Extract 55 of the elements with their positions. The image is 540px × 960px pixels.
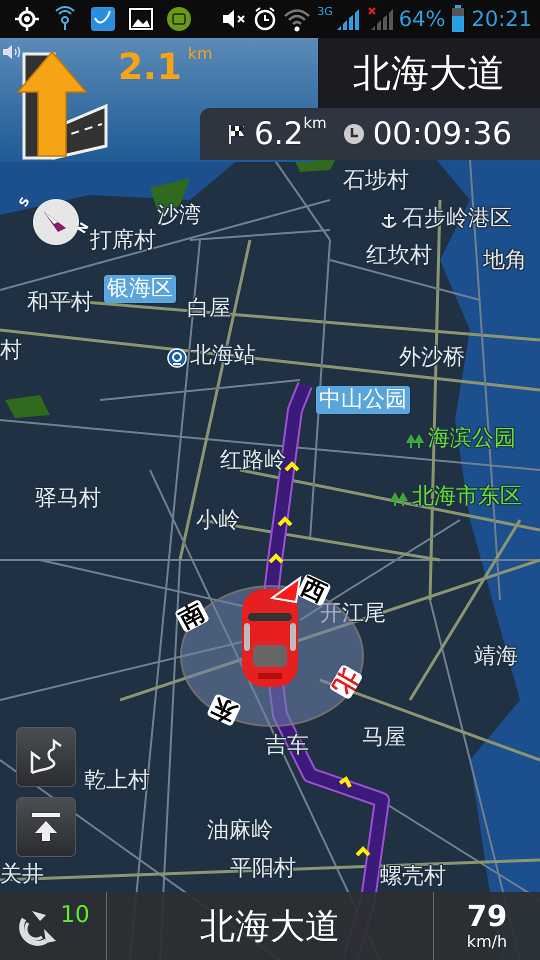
place-label: 靖海 <box>474 644 518 670</box>
gps-icon <box>14 6 40 32</box>
place-label: 马屋 <box>362 725 406 751</box>
distance-value: 2.1 <box>118 46 182 90</box>
route-button[interactable] <box>16 727 76 787</box>
clock-icon <box>342 123 365 145</box>
place-label: 螺壳村 <box>380 864 446 890</box>
place-label: 白屋 <box>187 296 231 322</box>
network-type-label: 3G <box>317 6 333 18</box>
place-label: 沙湾 <box>157 203 201 229</box>
battery-percent: 64% <box>398 7 446 31</box>
anchor-icon <box>379 211 399 231</box>
place-label: 村 <box>0 338 22 364</box>
place-label: 平阳村 <box>230 856 296 882</box>
direction-letter: 南 <box>174 598 210 634</box>
place-label: 北海站 <box>190 343 256 369</box>
image-icon <box>128 6 154 32</box>
finish-flag-icon <box>228 123 246 145</box>
alarm-icon <box>253 6 278 32</box>
place-label: 关井 <box>0 862 44 888</box>
clock-time: 20:21 <box>471 7 532 31</box>
place-label: 外沙桥 <box>399 345 465 371</box>
place-label: 吉车 <box>265 733 309 759</box>
compass-icon[interactable]: S N <box>18 192 88 252</box>
distance-unit: km <box>303 116 327 131</box>
place-label: 和平村 <box>27 290 93 316</box>
no-signal-icon <box>366 6 393 32</box>
station-icon <box>167 348 187 368</box>
distance-unit: km <box>188 46 213 62</box>
district-label: 中山公园 <box>316 386 410 414</box>
direction-letter: 北 <box>328 664 364 700</box>
current-street: 北海大道 <box>107 892 434 960</box>
compass-letter: S <box>16 195 32 209</box>
place-label: 石埗村 <box>343 168 409 194</box>
recenter-button[interactable] <box>16 797 76 857</box>
speed-value: 79 <box>466 900 508 932</box>
place-label: 乾上村 <box>84 768 150 794</box>
place-label: 小岭 <box>196 508 240 534</box>
place-label: 地角 <box>483 248 527 274</box>
place-label: 驿马村 <box>35 486 101 512</box>
place-label: 油麻岭 <box>207 818 273 844</box>
compass-letter: N <box>75 220 91 236</box>
place-label: 打席村 <box>90 228 156 254</box>
remaining-distance: 6.2 <box>254 116 304 152</box>
battery-icon <box>451 5 466 33</box>
wifi-icon <box>283 6 312 32</box>
place-label: 石步岭港区 <box>402 206 512 232</box>
place-label: 红坎村 <box>366 243 432 269</box>
street-name: 北海大道 <box>318 38 540 108</box>
remaining-time: 00:09:36 <box>372 116 512 152</box>
satellite-count: 10 <box>60 902 90 928</box>
direction-letter: 东 <box>206 693 242 727</box>
app-icon <box>90 6 116 32</box>
district-label: 银海区 <box>104 275 176 303</box>
speed-unit: km/h <box>466 932 508 952</box>
